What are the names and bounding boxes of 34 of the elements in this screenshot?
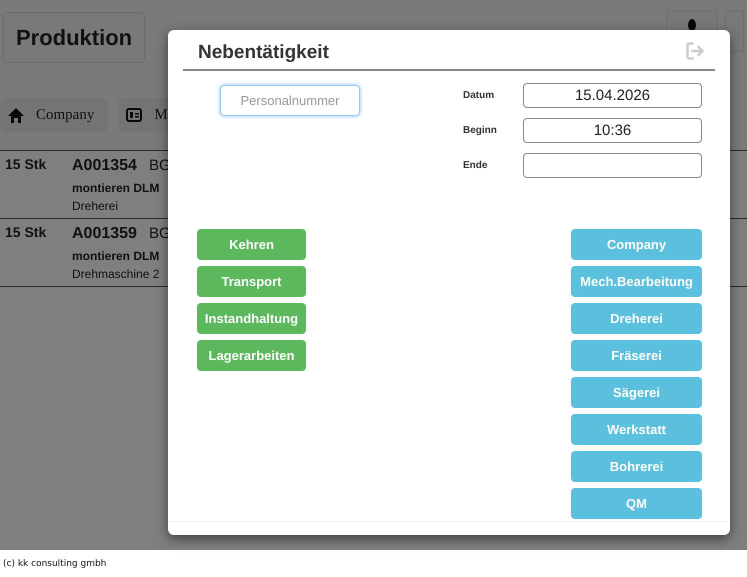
- home-icon: [8, 108, 24, 122]
- department-button[interactable]: Company: [571, 229, 702, 260]
- operation: montieren DLM: [72, 248, 160, 265]
- personal-number-field[interactable]: Personalnummer: [220, 85, 360, 116]
- field-label: Beginn: [463, 124, 498, 138]
- department-button[interactable]: Sägerei: [571, 377, 702, 408]
- page-title: Produktion: [3, 12, 146, 63]
- workplace: Dreherei: [72, 198, 120, 215]
- workplace: Drehmaschine 2: [72, 266, 160, 283]
- department-button[interactable]: Fräserei: [571, 340, 702, 371]
- department-button[interactable]: QM: [571, 488, 702, 519]
- card-icon: [126, 108, 142, 122]
- activity-button[interactable]: Instandhaltung: [197, 303, 306, 334]
- quantity: 15 Stk: [4, 223, 48, 242]
- department-button[interactable]: Mech.Bearbeitung: [571, 266, 702, 297]
- field-label: Ende: [463, 159, 488, 173]
- department-button[interactable]: Bohrerei: [571, 451, 702, 482]
- toolbar-button[interactable]: Company: [0, 98, 108, 132]
- field-label: Datum: [463, 89, 496, 103]
- activity-button[interactable]: Lagerarbeiten: [197, 340, 306, 371]
- order-number: A001354: [72, 156, 137, 176]
- time-field[interactable]: [523, 153, 702, 178]
- time-field[interactable]: 15.04.2026: [523, 83, 702, 108]
- department-button[interactable]: Werkstatt: [571, 414, 702, 445]
- dialog-title: Nebentätigkeit: [197, 40, 329, 64]
- order-number: A001359: [72, 224, 137, 244]
- time-field[interactable]: 10:36: [523, 118, 702, 143]
- copyright: (c) kk consulting gmbh: [3, 558, 106, 571]
- person-icon: [688, 19, 696, 31]
- quantity: 15 Stk: [4, 155, 48, 174]
- department-button[interactable]: Dreherei: [571, 303, 702, 334]
- activity-button[interactable]: Kehren: [197, 229, 306, 260]
- activity-button[interactable]: Transport: [197, 266, 306, 297]
- operation: montieren DLM: [72, 180, 160, 197]
